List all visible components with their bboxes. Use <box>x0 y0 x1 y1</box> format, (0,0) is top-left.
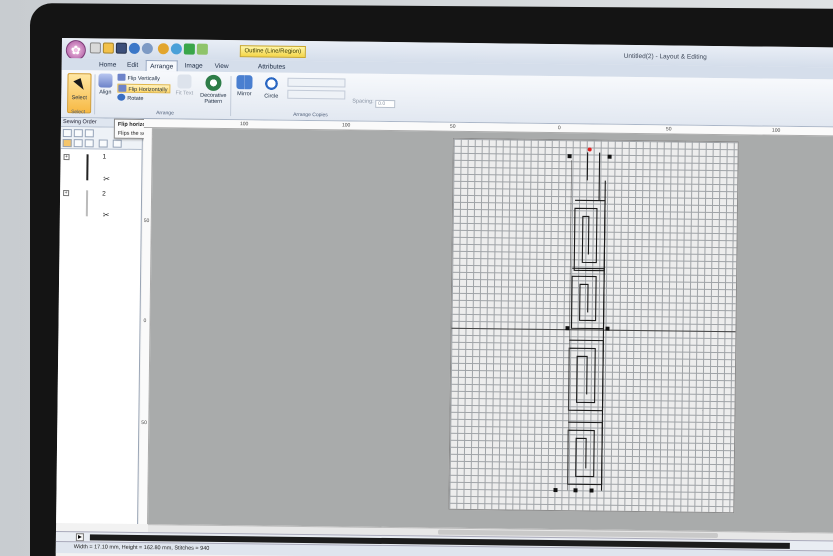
scissors-icon: ✂ <box>103 174 111 184</box>
rotate-icon <box>117 93 126 101</box>
new-file-icon[interactable] <box>89 42 101 54</box>
tab-view[interactable]: View <box>212 61 232 72</box>
pattern-motif-4 <box>567 421 603 486</box>
mirror-label: Mirror <box>237 91 252 98</box>
color-icon[interactable] <box>62 139 72 148</box>
decorative-pattern-icon <box>205 74 222 91</box>
move-down-icon[interactable] <box>84 129 94 138</box>
tab-home[interactable]: Home <box>96 59 120 70</box>
select-label: Select <box>71 95 87 102</box>
flip-vertically-button[interactable]: Flip Vertically <box>117 73 160 84</box>
align-button[interactable]: Align <box>96 73 114 96</box>
tab-edit[interactable]: Edit <box>124 60 142 71</box>
ruler-label: 50 <box>449 123 456 130</box>
embroidery-hoop-page[interactable] <box>448 137 740 514</box>
selection-handle <box>565 326 570 331</box>
ruler-label: 0 <box>557 125 561 132</box>
sewing-item-number[interactable]: 1 <box>103 154 107 161</box>
rotate-button[interactable]: Rotate <box>117 93 144 103</box>
pattern-motif-1 <box>573 199 606 272</box>
selection-handle <box>567 154 572 159</box>
flip-vertically-label: Flip Vertically <box>127 75 160 83</box>
pattern-stroke <box>600 180 606 491</box>
circle-arrange-icon <box>263 75 280 92</box>
tab-attributes[interactable]: Attributes <box>254 61 290 72</box>
align-label: Align <box>99 89 112 96</box>
sewing-item-number[interactable]: 2 <box>102 191 106 198</box>
sewing-order-panel: Sewing Order + 1 ✂ + 2 ✂ <box>56 117 144 524</box>
refresh-icon[interactable] <box>170 43 182 55</box>
ruler-label: 50 <box>665 126 672 133</box>
save-icon[interactable] <box>115 42 127 54</box>
thread-preview-1 <box>86 154 89 181</box>
flip-horizontal-icon <box>118 84 127 92</box>
help-icon[interactable] <box>141 42 153 55</box>
circle-label: Circle <box>264 93 279 100</box>
undo-icon[interactable] <box>183 43 195 55</box>
ruler-label: 100 <box>771 127 781 134</box>
fit-text-icon <box>177 74 192 89</box>
open-folder-icon[interactable] <box>102 42 114 54</box>
decorative-pattern-label: Decorative Pattern <box>200 92 227 105</box>
mirror-button[interactable]: Mirror <box>234 75 254 97</box>
mirror-icon <box>236 75 253 90</box>
group-label-select: Select <box>71 109 86 116</box>
pattern-motif-3 <box>567 339 604 412</box>
selection-handle <box>553 488 558 493</box>
fit-text-label: Fit Text <box>175 90 194 97</box>
arrange-copies-preset-2[interactable] <box>287 89 346 100</box>
group-label-arrange: Arrange <box>156 110 174 117</box>
tab-image[interactable]: Image <box>182 60 206 71</box>
scissors-tool-icon[interactable] <box>98 139 108 148</box>
play-icon[interactable]: ▶ <box>75 533 84 542</box>
sort-icon[interactable] <box>62 129 72 138</box>
expand-icon[interactable]: + <box>63 190 70 197</box>
pattern-motif-2 <box>570 267 605 330</box>
context-tab-outline[interactable]: Outline (Line/Region) <box>239 45 306 58</box>
ruler-label: 100 <box>239 121 249 128</box>
align-icon <box>98 73 113 88</box>
selection-handle <box>573 488 578 493</box>
flip-horizontally-button[interactable]: Flip Horizontally <box>117 83 171 94</box>
ruler-label: 0 <box>143 318 147 325</box>
group-icon[interactable] <box>73 139 83 148</box>
scissors-icon: ✂ <box>102 210 110 220</box>
expand-icon[interactable]: + <box>63 154 70 161</box>
ungroup-icon[interactable] <box>84 139 94 148</box>
spacing-control: Spacing: 0.0 <box>352 98 396 109</box>
spacing-label: Spacing: <box>352 98 374 105</box>
redo-icon[interactable] <box>196 43 208 55</box>
flip-horizontally-label: Flip Horizontally <box>128 86 168 94</box>
cursor-icon <box>73 78 86 93</box>
selection-handle <box>589 488 594 493</box>
ruler-label: 50 <box>141 419 147 427</box>
rotate-label: Rotate <box>127 95 144 102</box>
thread-preview-2 <box>85 190 89 217</box>
pattern-stroke <box>598 152 601 201</box>
selection-handle <box>605 326 610 331</box>
ruler-label: 50 <box>143 218 150 225</box>
window-title: Untitled(2) - Layout & Editing <box>623 52 707 61</box>
greek-key-pattern[interactable] <box>449 139 740 514</box>
app-window: ✿ Outline (Line/Region) Untitled(2) - La… <box>55 38 833 556</box>
tab-arrange[interactable]: Arrange <box>145 60 178 72</box>
pointer-tool-icon[interactable] <box>112 139 122 148</box>
fit-text-button[interactable]: Fit Text <box>175 74 194 97</box>
globe-icon[interactable] <box>128 42 140 54</box>
select-button[interactable]: Select <box>67 73 92 114</box>
ruler-label: 100 <box>341 122 351 129</box>
settings-icon[interactable] <box>157 43 169 55</box>
flip-vertical-icon <box>117 73 126 81</box>
group-label-arrange-copies: Arrange Copies <box>293 111 328 119</box>
pattern-stroke <box>567 160 572 491</box>
rotate-handle <box>587 147 592 152</box>
decorative-pattern-button[interactable]: Decorative Pattern <box>198 74 228 105</box>
circle-button[interactable]: Circle <box>261 75 281 100</box>
selection-handle <box>607 154 612 159</box>
move-up-icon[interactable] <box>73 129 83 138</box>
spacing-input[interactable]: 0.0 <box>375 99 396 109</box>
design-workspace[interactable] <box>148 128 833 533</box>
arrange-copies-preset-1[interactable] <box>287 77 346 88</box>
separator <box>230 76 232 117</box>
